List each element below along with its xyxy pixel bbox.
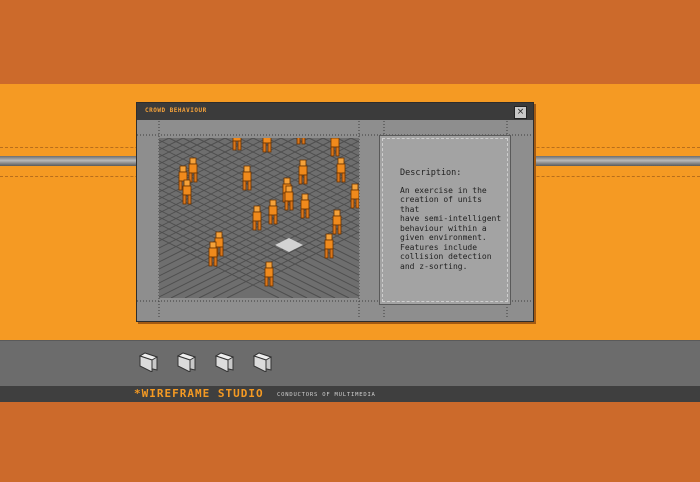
description-features: Features include collision detection and… <box>400 243 492 271</box>
crowd-unit-icon <box>284 185 294 211</box>
crowd-unit-icon <box>350 183 359 209</box>
crowd-unit-icon <box>182 179 192 205</box>
folder-icon[interactable] <box>138 348 160 373</box>
crowd-unit-icon <box>300 193 310 219</box>
simulation-viewport[interactable] <box>159 138 359 298</box>
close-button[interactable]: × <box>514 106 527 119</box>
brand-tagline: Conductors of Multimedia <box>277 392 376 398</box>
folder-icon[interactable] <box>176 348 198 373</box>
selected-tile <box>275 238 303 252</box>
window-titlebar[interactable]: Crowd Behaviour × <box>137 103 533 120</box>
top-background <box>0 0 700 84</box>
crowd-unit-icon <box>242 165 252 191</box>
crowd-unit-icon <box>332 209 342 235</box>
crowd-unit-icon <box>324 233 334 259</box>
folder-icon[interactable] <box>252 348 274 373</box>
isometric-crowd-scene <box>159 138 359 298</box>
description-body: An exercise in the creation of units tha… <box>400 186 502 243</box>
brand-logo[interactable]: *WIREFRAME STUDIO <box>134 387 264 400</box>
folder-icon[interactable] <box>214 348 236 373</box>
window-title: Crowd Behaviour <box>145 107 207 114</box>
crowd-behaviour-window: Crowd Behaviour × Description: An exerci… <box>136 102 534 322</box>
crowd-unit-icon <box>208 241 218 267</box>
crowd-unit-icon <box>264 261 274 287</box>
description-panel: Description: An exercise in the creation… <box>379 135 511 305</box>
dock-bar <box>0 340 700 387</box>
description-heading: Description: <box>400 168 462 178</box>
bottom-background <box>0 402 700 482</box>
close-icon: × <box>516 107 525 117</box>
crowd-unit-icon <box>252 205 262 231</box>
crowd-unit-icon <box>268 199 278 225</box>
crowd-unit-icon <box>298 159 308 185</box>
